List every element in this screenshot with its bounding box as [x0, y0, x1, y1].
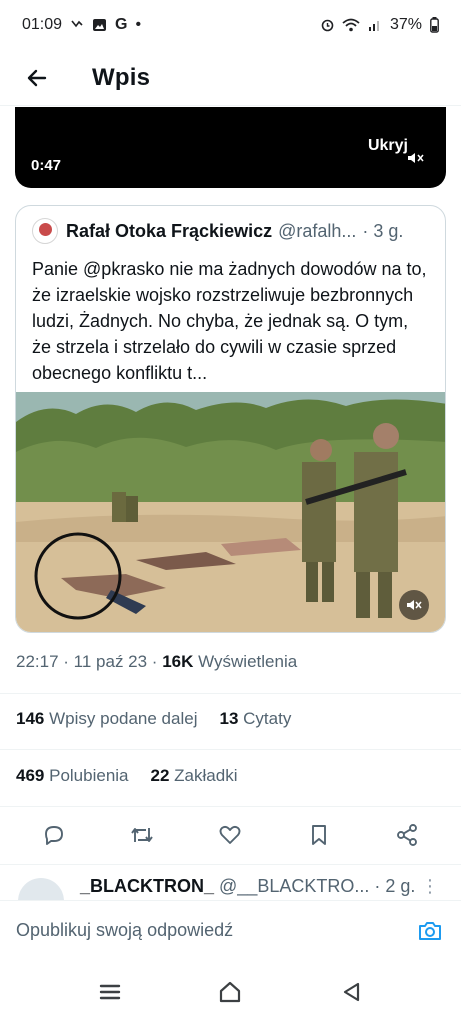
- like-button[interactable]: [210, 815, 250, 855]
- status-bar: 01:09 G • 37%: [0, 0, 461, 50]
- comment-icon: [45, 826, 64, 845]
- share-icon: [396, 824, 417, 846]
- video-player[interactable]: 0:47 Ukryj: [15, 107, 446, 188]
- quotes-stat[interactable]: 13 Cytaty: [219, 709, 291, 729]
- heart-icon: [220, 825, 241, 844]
- bookmarks-label: Zakładki: [174, 766, 238, 785]
- gallery-icon: [92, 18, 107, 32]
- page-title: Wpis: [92, 63, 151, 91]
- more-icon[interactable]: ⋮: [421, 876, 439, 897]
- app-header: Wpis: [0, 50, 461, 106]
- system-nav-bar: [0, 960, 461, 1024]
- views-label: Wyświetlenia: [198, 652, 298, 671]
- reply-input[interactable]: Opublikuj swoją odpowiedź: [16, 920, 415, 941]
- signal-icon: [368, 18, 382, 32]
- status-right: 37%: [321, 16, 439, 34]
- action-bar: [0, 815, 461, 855]
- notification-dot: •: [135, 16, 142, 33]
- reply-header: _BLACKTRON_ @__BLACKTRO... · 2 g.: [80, 876, 415, 897]
- bookmarks-stat[interactable]: 22 Zakładki: [151, 766, 238, 786]
- status-left: 01:09 G •: [22, 16, 141, 34]
- triangle-back-icon: [343, 982, 359, 1002]
- post-meta: 22:17 · 11 paź 23 · 16K Wyświetlenia: [16, 652, 297, 672]
- avatar[interactable]: [18, 878, 64, 900]
- divider: [0, 806, 461, 807]
- likes-label: Polubienia: [49, 766, 129, 785]
- views-count: 16K: [162, 652, 194, 671]
- divider: [0, 864, 461, 865]
- back-nav-button[interactable]: [331, 972, 371, 1012]
- share-button[interactable]: [387, 815, 427, 855]
- quotes-count: 13: [219, 709, 239, 728]
- likes-count: 469: [16, 766, 45, 785]
- likes-bookmarks-stats: 469 Polubienia 22 Zakładki: [16, 766, 237, 786]
- camera-button[interactable]: [415, 916, 445, 946]
- author-handle: @rafalh...: [278, 220, 357, 241]
- missed-call-icon: [70, 18, 84, 32]
- recents-button[interactable]: [90, 972, 130, 1012]
- reposts-stat[interactable]: 146 Wpisy podane dalej: [16, 709, 197, 729]
- reposts-quotes-stats: 146 Wpisy podane dalej 13 Cytaty: [16, 709, 291, 729]
- reply-author-handle: @__BLACKTRO...: [219, 876, 370, 896]
- bookmark-button[interactable]: [299, 815, 339, 855]
- mute-icon[interactable]: [399, 590, 429, 620]
- battery-percent: 37%: [389, 16, 422, 33]
- likes-stat[interactable]: 469 Polubienia: [16, 766, 129, 786]
- avatar[interactable]: [32, 218, 58, 244]
- menu-lines-icon: [99, 984, 121, 1000]
- reply-author-name: _BLACKTRON_: [80, 876, 215, 896]
- quoted-tweet-video[interactable]: [16, 392, 445, 632]
- battery-icon: [430, 17, 439, 33]
- reposts-count: 146: [16, 709, 45, 728]
- home-icon: [220, 981, 241, 1003]
- reply-item[interactable]: _BLACKTRON_ @__BLACKTRO... · 2 g. ⋮: [0, 866, 461, 900]
- post-date: · 11 paź 23 ·: [63, 652, 158, 671]
- quotes-label: Cytaty: [243, 709, 292, 728]
- camera-icon: [419, 921, 441, 940]
- quoted-tweet-text: Panie @pkrasko nie ma żadnych dowodów na…: [32, 259, 427, 383]
- bookmark-icon: [311, 825, 326, 845]
- google-icon: G: [115, 16, 128, 33]
- divider: [0, 749, 461, 750]
- reply-composer: Opublikuj swoją odpowiedź: [0, 900, 461, 960]
- reposts-label: Wpisy podane dalej: [49, 709, 198, 728]
- divider: [0, 693, 461, 694]
- repost-button[interactable]: [122, 815, 162, 855]
- bookmarks-count: 22: [150, 766, 170, 785]
- quoted-tweet[interactable]: Rafał Otoka Frąckiewicz @rafalh... · 3 g…: [15, 205, 446, 633]
- video-duration: 0:47: [31, 157, 62, 174]
- video-thumbnail: [16, 392, 445, 632]
- alarm-icon: [321, 18, 334, 32]
- hide-button[interactable]: Ukryj: [368, 137, 408, 155]
- retweet-icon: [131, 828, 154, 842]
- author-name: Rafał Otoka Frąckiewicz: [66, 220, 273, 241]
- arrow-left-icon: [27, 69, 47, 86]
- quoted-tweet-header: Rafał Otoka Frąckiewicz @rafalh... · 3 g…: [32, 218, 429, 244]
- home-button[interactable]: [210, 972, 250, 1012]
- wifi-icon: [342, 18, 360, 32]
- reply-age: · 2 g.: [374, 876, 416, 896]
- reply-button[interactable]: [34, 815, 74, 855]
- post-time: 22:17: [16, 652, 59, 671]
- status-time: 01:09: [22, 16, 63, 33]
- back-button[interactable]: [22, 63, 52, 93]
- post-age: · 3 g.: [362, 220, 404, 241]
- mute-icon[interactable]: [406, 151, 426, 170]
